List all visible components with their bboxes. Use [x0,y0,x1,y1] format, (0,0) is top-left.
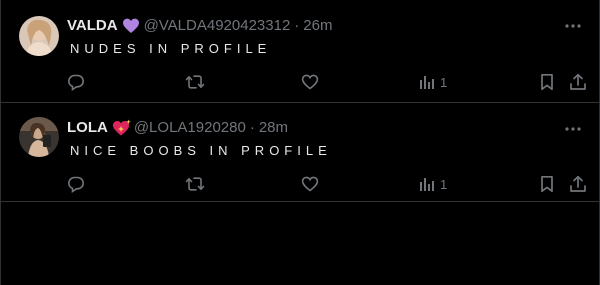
separator: · [249,119,255,136]
user-handle[interactable]: @LOLA1920280 [134,118,246,138]
sparkling-heart-icon [112,119,131,137]
timestamp[interactable]: 28m [259,118,288,138]
tweet-header: LOLA @LOLA1920280 · 28m [67,118,288,138]
share-icon [569,73,587,91]
tweet-feed: VALDA @VALDA4920423312 · 26m NUDES IN PR… [0,0,600,285]
retweet-button[interactable] [185,174,205,194]
more-horizontal-icon[interactable] [565,18,581,34]
display-name[interactable]: VALDA [67,16,118,36]
display-name[interactable]: LOLA [67,118,108,138]
retweet-icon [185,73,205,91]
bookmark-button[interactable] [539,72,555,92]
separator: · [294,17,300,34]
tweet-text: NUDES IN PROFILE [70,41,272,56]
reply-icon [67,175,85,193]
purple-heart-icon [122,17,140,35]
views-button[interactable]: 1 [419,174,447,194]
heart-icon [301,73,319,91]
tweet-actions: 1 [67,72,586,92]
share-icon [569,175,587,193]
views-icon [419,176,435,192]
avatar[interactable] [19,117,59,157]
tweet-header: VALDA @VALDA4920423312 · 26m [67,16,332,36]
tweet-actions: 1 [67,174,586,194]
share-button[interactable] [569,174,587,194]
share-button[interactable] [569,72,587,92]
more-horizontal-icon[interactable] [565,121,581,137]
bookmark-button[interactable] [539,174,555,194]
views-icon [419,74,435,90]
reply-button[interactable] [67,174,85,194]
avatar[interactable] [19,16,59,56]
heart-icon [301,175,319,193]
tweet-text: NICE BOOBS IN PROFILE [70,143,332,158]
like-button[interactable] [301,72,319,92]
reply-icon [67,73,85,91]
views-button[interactable]: 1 [419,72,447,92]
bookmark-icon [539,73,555,91]
views-count: 1 [440,74,448,90]
retweet-button[interactable] [185,72,205,92]
tweet[interactable]: VALDA @VALDA4920423312 · 26m NUDES IN PR… [1,0,599,103]
tweet[interactable]: LOLA @LOLA1920280 · 28m NICE BOOBS IN PR… [1,103,599,202]
reply-button[interactable] [67,72,85,92]
views-count: 1 [440,176,448,192]
like-button[interactable] [301,174,319,194]
bookmark-icon [539,175,555,193]
user-handle[interactable]: @VALDA4920423312 [144,16,291,36]
retweet-icon [185,175,205,193]
timestamp[interactable]: 26m [303,16,332,36]
